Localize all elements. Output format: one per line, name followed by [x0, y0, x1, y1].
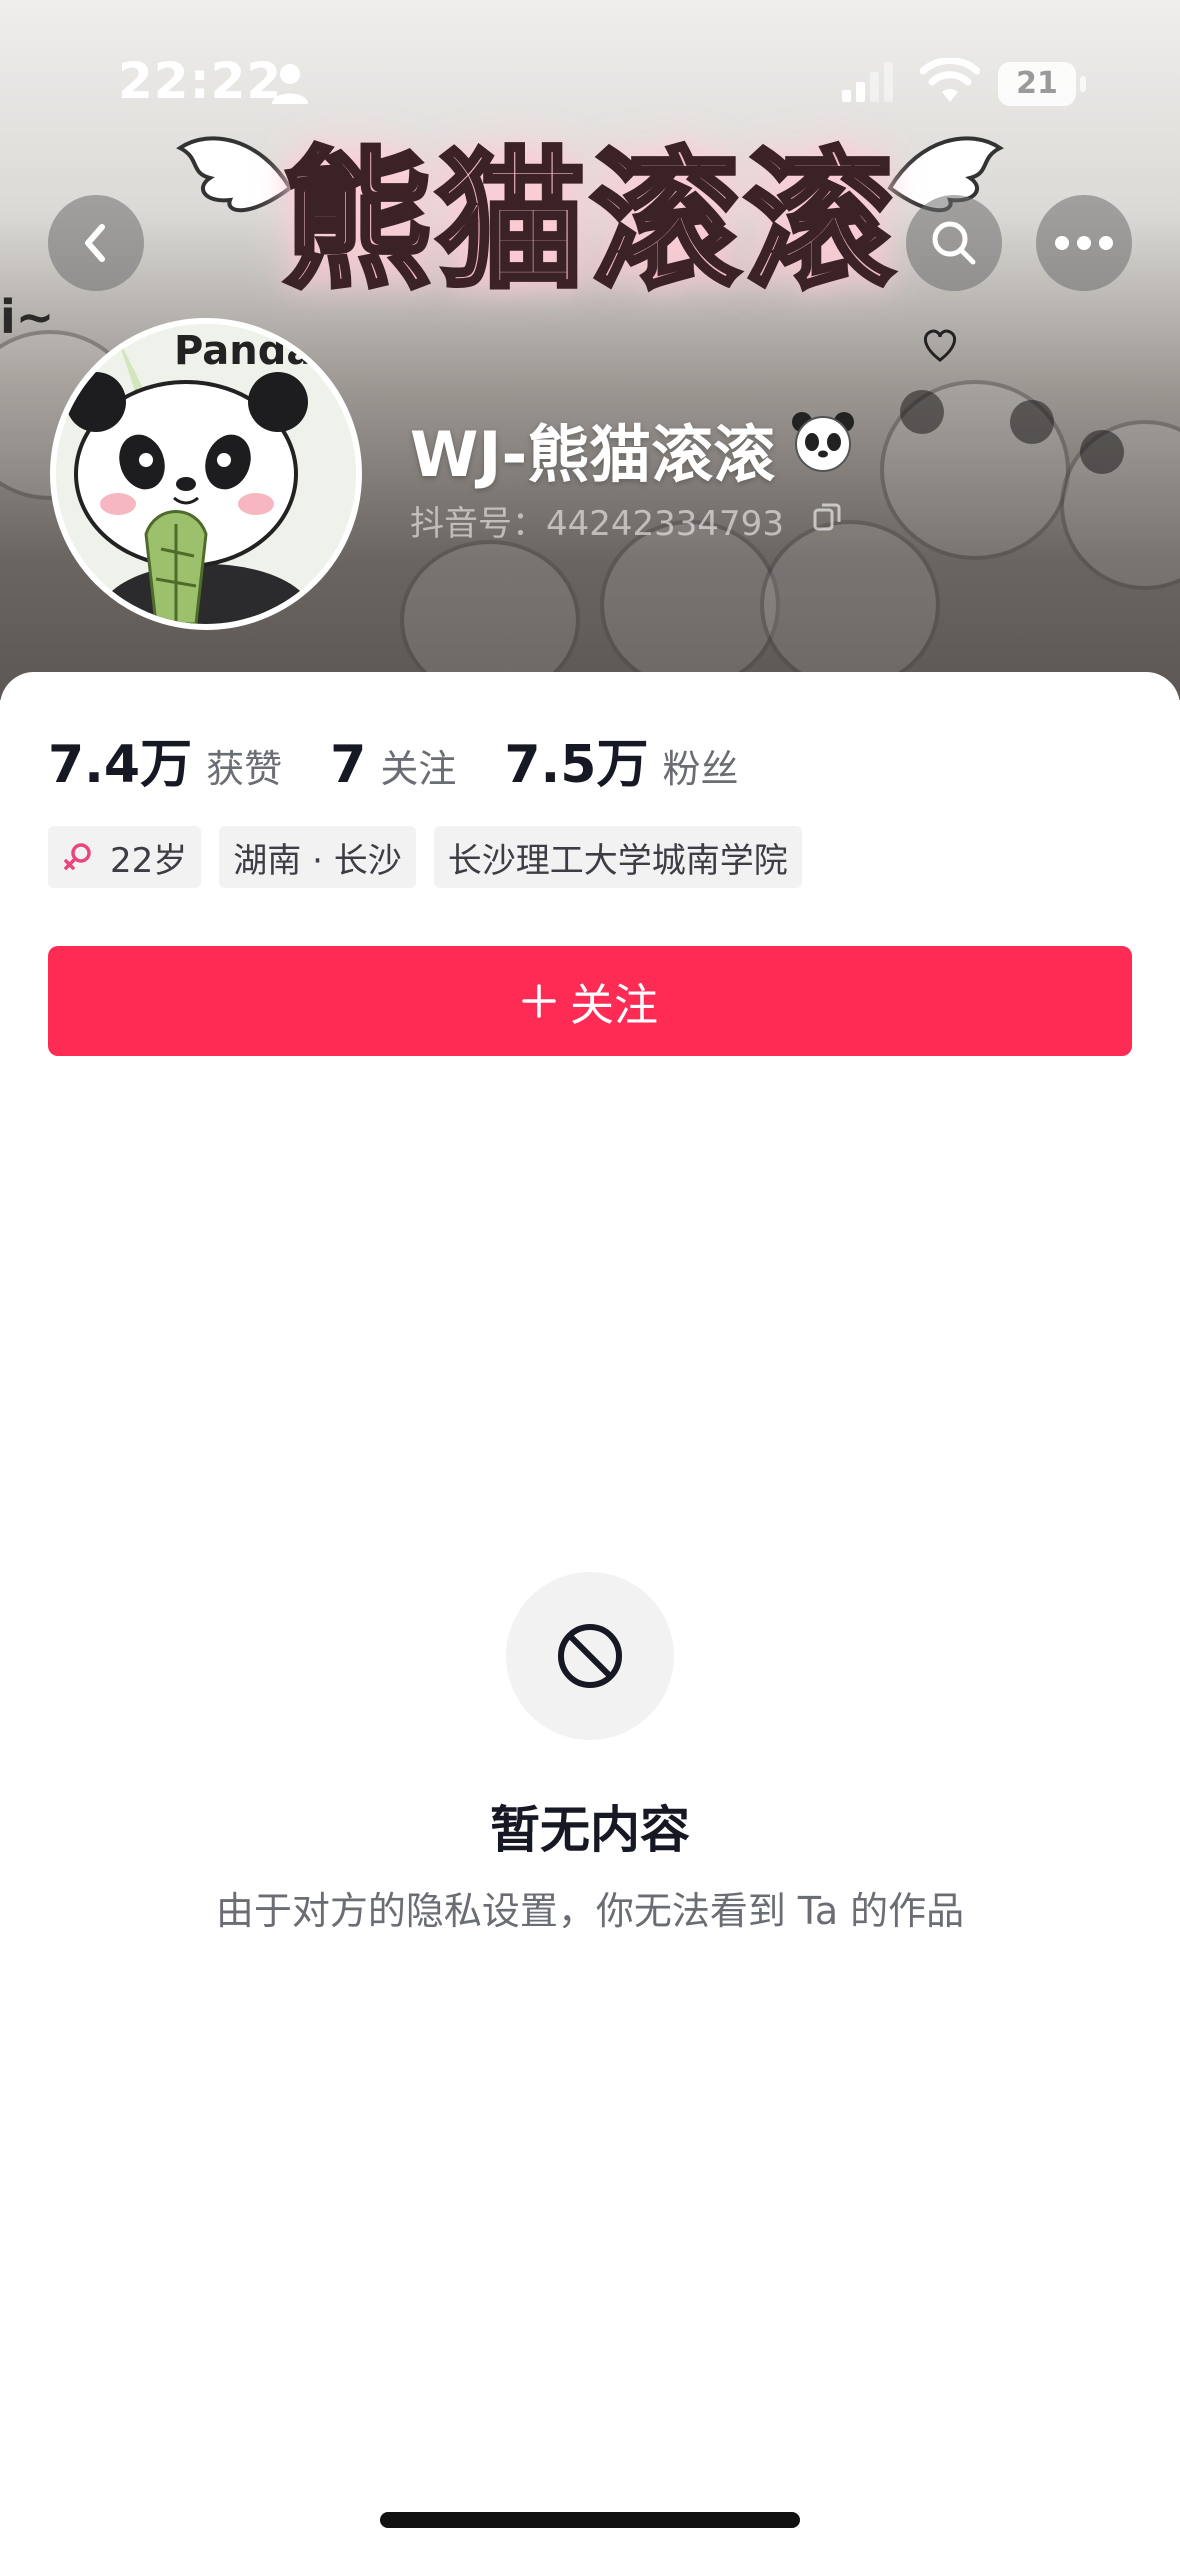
search-icon	[932, 221, 976, 265]
following-label[interactable]: 关注	[380, 738, 456, 793]
banner-panda-ear	[1080, 430, 1124, 474]
wifi-icon	[920, 58, 980, 102]
banner-panda-decoration	[760, 520, 940, 690]
douyin-id: 抖音号：44242334793	[410, 504, 784, 544]
school-tag: 长沙理工大学城南学院	[433, 826, 802, 888]
profile-tags: 22岁 湖南 · 长沙 长沙理工大学城南学院	[48, 826, 802, 888]
panda-face-icon	[792, 412, 854, 472]
empty-state-icon-container	[506, 1572, 674, 1740]
age-tag: 22岁	[48, 826, 202, 888]
prohibited-icon	[558, 1624, 622, 1688]
person-icon	[272, 64, 308, 104]
empty-state-title: 暂无内容	[490, 1801, 690, 1859]
following-count[interactable]: 7	[330, 735, 366, 795]
follow-button-label: 关注	[570, 980, 658, 1031]
banner-panda-ear	[1010, 400, 1054, 444]
banner-panda-decoration	[600, 520, 780, 690]
more-options-button[interactable]	[1036, 195, 1132, 291]
age-label: 22岁	[110, 840, 188, 881]
female-icon	[64, 843, 91, 870]
followers-count[interactable]: 7.5万	[504, 722, 648, 797]
profile-stats: 7.4万 获赞 7 关注 7.5万 粉丝	[48, 722, 786, 795]
back-button[interactable]	[48, 195, 144, 291]
home-indicator[interactable]	[380, 2512, 800, 2528]
cellular-signal-icon	[842, 62, 893, 102]
profile-nickname: WJ-熊猫滚滚	[410, 418, 776, 491]
battery-indicator: 21	[998, 62, 1076, 106]
battery-tip	[1080, 76, 1086, 92]
status-bar: 22:22 21	[0, 0, 1180, 160]
search-button[interactable]	[906, 195, 1002, 291]
avatar[interactable]: Panda	[50, 318, 362, 630]
copy-icon[interactable]	[812, 502, 842, 532]
panda-avatar-image: Panda	[56, 324, 356, 624]
empty-state-description: 由于对方的隐私设置，你无法看到 Ta 的作品	[215, 1889, 965, 1933]
follow-button[interactable]: 关注	[48, 946, 1132, 1056]
status-time: 22:22	[118, 52, 283, 110]
chevron-left-icon	[85, 224, 105, 262]
followers-label[interactable]: 粉丝	[662, 738, 738, 793]
location-tag: 湖南 · 长沙	[219, 826, 416, 888]
banner-panda-ear	[900, 390, 944, 434]
more-horizontal-icon	[1055, 236, 1113, 250]
heart-doodle-icon	[923, 329, 957, 362]
likes-count: 7.4万	[48, 735, 193, 795]
likes-label: 获赞	[206, 747, 283, 791]
plus-icon	[522, 984, 556, 1018]
